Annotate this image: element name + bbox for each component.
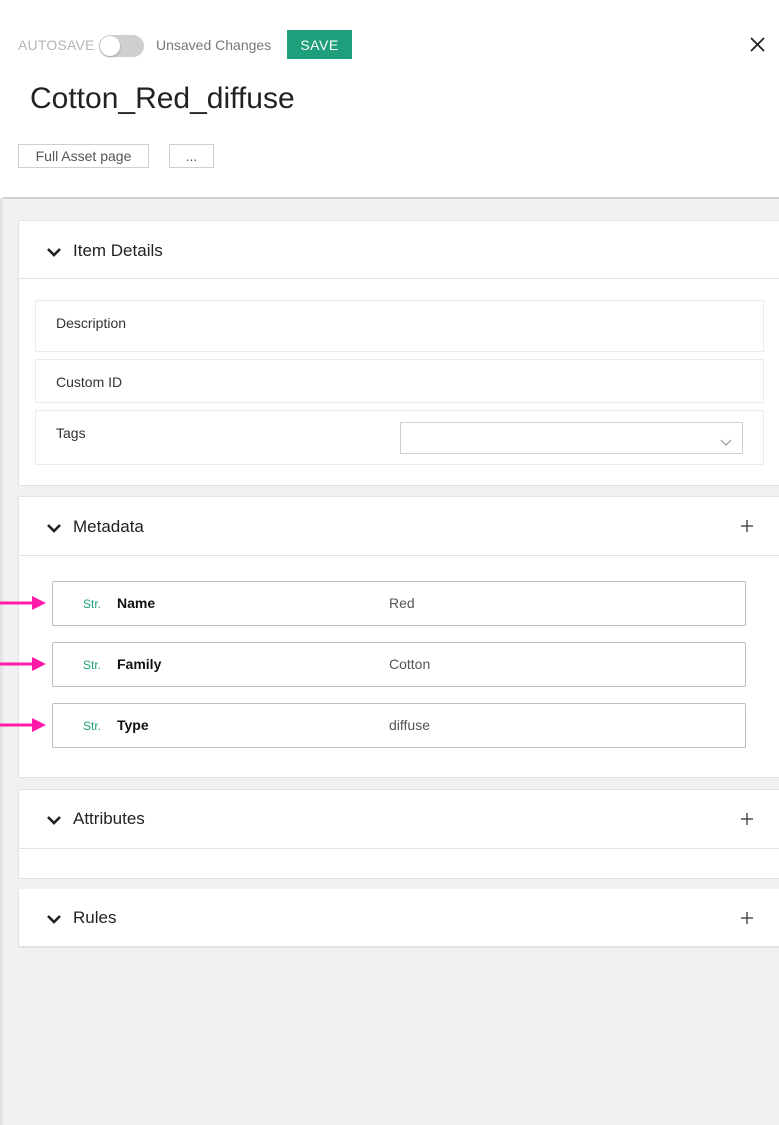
attributes-title: Attributes: [73, 809, 145, 828]
item-details-title: Item Details: [73, 241, 163, 260]
tags-select[interactable]: [400, 422, 743, 454]
more-options-button[interactable]: ...: [169, 144, 214, 168]
close-icon[interactable]: [749, 36, 766, 53]
metadata-row[interactable]: Str. Type diffuse: [52, 703, 746, 748]
custom-id-field[interactable]: Custom ID: [35, 359, 764, 403]
attributes-header[interactable]: Attributes: [19, 790, 779, 849]
metadata-title: Metadata: [73, 517, 144, 536]
plus-icon[interactable]: [740, 911, 754, 925]
item-details-section: Item Details Description Custom ID Tags: [18, 220, 779, 486]
plus-icon[interactable]: [740, 519, 754, 533]
arrow-right-icon: [0, 717, 48, 733]
page-title: Cotton_Red_diffuse: [30, 82, 295, 115]
metadata-key: Family: [117, 656, 162, 672]
metadata-value[interactable]: Cotton: [389, 656, 430, 672]
chevron-down-icon: [720, 434, 732, 446]
metadata-value[interactable]: Red: [389, 595, 415, 611]
autosave-toggle[interactable]: [99, 35, 144, 57]
rules-header[interactable]: Rules: [19, 889, 779, 947]
metadata-row[interactable]: Str. Family Cotton: [52, 642, 746, 687]
full-asset-page-button[interactable]: Full Asset page: [18, 144, 149, 168]
save-button[interactable]: SAVE: [287, 30, 352, 59]
panel-header: AUTOSAVE Unsaved Changes SAVE Cotton_Red…: [0, 0, 779, 198]
unsaved-changes-text: Unsaved Changes: [156, 37, 272, 53]
tags-label: Tags: [56, 425, 86, 441]
chevron-down-icon[interactable]: [46, 813, 62, 825]
string-type-badge: Str.: [83, 658, 102, 672]
description-field[interactable]: Description: [35, 300, 764, 352]
toggle-knob: [100, 36, 120, 56]
chevron-down-icon[interactable]: [46, 912, 62, 924]
asset-detail-panel: AUTOSAVE Unsaved Changes SAVE Cotton_Red…: [0, 0, 779, 1125]
metadata-key: Name: [117, 595, 156, 611]
string-type-badge: Str.: [83, 597, 102, 611]
chevron-down-icon[interactable]: [46, 521, 62, 533]
tags-field: Tags: [35, 410, 764, 465]
item-details-header[interactable]: Item Details: [19, 221, 779, 279]
metadata-key: Type: [117, 717, 149, 733]
arrow-right-icon: [0, 656, 48, 672]
arrow-right-icon: [0, 595, 48, 611]
plus-icon[interactable]: [740, 812, 754, 826]
metadata-row[interactable]: Str. Name Red: [52, 581, 746, 626]
chevron-down-icon[interactable]: [46, 245, 62, 257]
metadata-section: Metadata Str. Name Red Str. Family Cotto…: [18, 496, 779, 778]
rules-title: Rules: [73, 908, 117, 927]
attributes-section: Attributes: [18, 789, 779, 879]
string-type-badge: Str.: [83, 719, 102, 733]
metadata-value[interactable]: diffuse: [389, 717, 430, 733]
autosave-label: AUTOSAVE: [18, 37, 95, 53]
description-label: Description: [56, 315, 127, 331]
rules-section: Rules: [18, 889, 779, 948]
metadata-header[interactable]: Metadata: [19, 497, 779, 556]
custom-id-label: Custom ID: [56, 374, 123, 390]
